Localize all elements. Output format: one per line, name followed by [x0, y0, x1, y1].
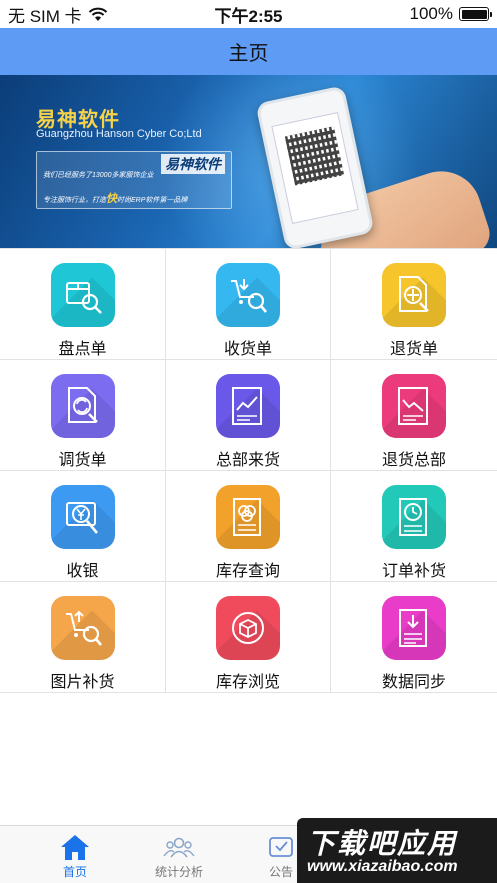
grid-item-box-browse[interactable]: 库存浏览	[166, 582, 331, 693]
grid-item-label: 库存浏览	[215, 674, 280, 691]
grid-item-chart-doc-down[interactable]: 退货总部	[331, 360, 497, 471]
grid-item-label: 收货单	[223, 341, 272, 358]
cart-upload-icon	[50, 596, 115, 660]
tab-home[interactable]: 首页	[20, 826, 130, 883]
promo-banner[interactable]: 易神软件 Guangzhou Hanson Cyber Co;Ltd 易神软件 …	[0, 75, 497, 248]
grid-item-move-doc[interactable]: 退货单	[331, 249, 497, 360]
phone-screen	[271, 112, 359, 224]
chart-doc-icon	[216, 374, 280, 438]
grid-item-cart-search[interactable]: 收货单	[166, 249, 331, 360]
grid-item-label: 数据同步	[381, 674, 446, 691]
box-browse-icon	[216, 596, 280, 660]
battery-fill	[461, 9, 487, 19]
grid-item-yuan-search[interactable]: 收银	[0, 471, 166, 582]
grid-item-clock-doc[interactable]: 订单补货	[331, 471, 497, 582]
grid-item-box-search[interactable]: 盘点单	[0, 249, 166, 360]
qr-code-icon	[284, 126, 345, 186]
grid-item-cart-upload[interactable]: 图片补货	[0, 582, 166, 693]
grid-item-label: 订单补货	[381, 563, 446, 580]
chart-doc-down-icon	[382, 374, 446, 438]
grid-item-label: 退货总部	[381, 452, 446, 469]
grid-item-stock-doc[interactable]: 库存查询	[166, 471, 331, 582]
yuan-search-icon	[50, 485, 115, 549]
battery-icon	[459, 7, 492, 21]
grid-item-chart-doc[interactable]: 总部来货	[166, 360, 331, 471]
banner-card-line2-post: 时尚ERP软件第一品牌	[117, 197, 188, 204]
watermark-title: 下载吧应用	[307, 828, 458, 859]
tab-statistics-label: 统计分析	[154, 865, 203, 879]
watermark-url: www.xiazaibao.com	[307, 858, 458, 875]
grid-item-label: 库存查询	[215, 563, 280, 580]
exchange-doc-icon	[50, 374, 115, 438]
page-title: 主页	[228, 43, 269, 65]
carrier-text: 无 SIM 卡	[8, 6, 82, 26]
banner-card-line2: 专注服饰行业，打造快时尚ERP软件第一品牌	[43, 190, 187, 206]
function-grid: 盘点单 收货单 退货单调货单 总部来货 退货总部收银 库存查询 订单补货图片补货 库存浏览 数据…	[0, 248, 497, 693]
users-icon	[163, 837, 195, 858]
tab-home-label: 首页	[62, 865, 87, 879]
banner-card-logo: 易神软件	[161, 154, 225, 174]
sync-doc-icon	[382, 596, 446, 660]
grid-item-label: 盘点单	[58, 341, 107, 358]
grid-item-label: 收银	[66, 563, 99, 580]
wifi-icon	[88, 7, 107, 21]
status-right: 100%	[409, 4, 492, 24]
box-search-icon	[50, 263, 115, 327]
clock-doc-icon	[382, 485, 446, 549]
grid-item-sync-doc[interactable]: 数据同步	[331, 582, 497, 693]
watermark-logo: 下载吧应用 www.xiazaibao.com	[297, 818, 497, 883]
move-doc-icon	[382, 263, 446, 327]
grid-item-label: 图片补货	[50, 674, 115, 691]
banner-card: 易神软件 我们已经服务了13000多家服饰企业 专注服饰行业，打造快时尚ERP软…	[36, 151, 232, 209]
tab-statistics[interactable]: 统计分析	[124, 826, 234, 883]
cart-search-icon	[216, 263, 280, 327]
battery-percent: 100%	[409, 4, 453, 23]
home-icon	[61, 835, 89, 860]
status-bar: 无 SIM 卡 下午2:55 100%	[0, 0, 497, 28]
banner-card-line2-pre: 专注服饰行业，打造	[43, 197, 106, 204]
grid-item-label: 退货单	[389, 341, 438, 358]
banner-company: Guangzhou Hanson Cyber Co;Ltd	[36, 128, 202, 140]
status-left: 无 SIM 卡	[8, 2, 108, 27]
nav-bar: 主页	[0, 28, 497, 75]
banner-card-line2-em: 快	[106, 193, 117, 205]
announcement-icon	[269, 837, 293, 857]
grid-item-exchange-doc[interactable]: 调货单	[0, 360, 166, 471]
banner-card-line1: 我们已经服务了13000多家服饰企业	[43, 172, 154, 179]
stock-doc-icon	[216, 485, 280, 549]
grid-item-label: 总部来货	[215, 452, 280, 469]
tab-announcement-label: 公告	[268, 865, 293, 879]
grid-item-label: 调货单	[58, 452, 107, 469]
